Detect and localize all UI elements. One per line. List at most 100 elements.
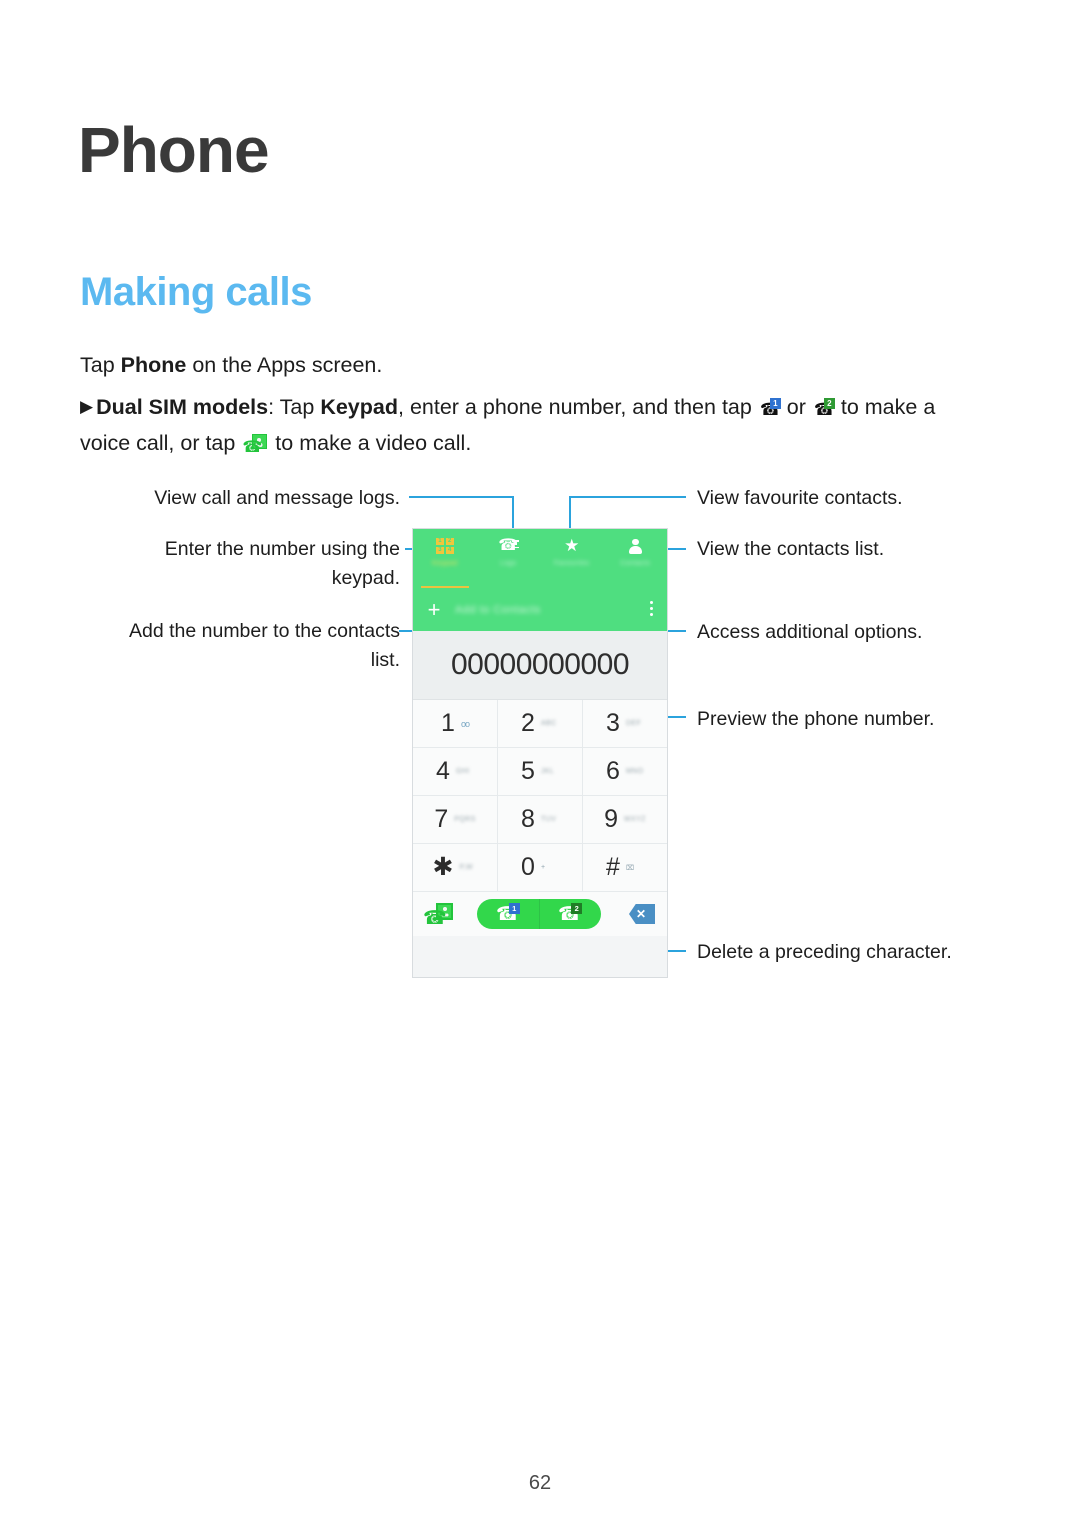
key-digit: 6 [606, 757, 620, 785]
tab-bar: 1 2 3 4 Keypad ☎ Logs ★ Favourites Conta… [413, 529, 667, 589]
page-title: Phone [78, 114, 270, 186]
video-call-button[interactable]: ☎ [423, 903, 453, 928]
dialpad-key-2[interactable]: 2 ABC [498, 700, 583, 748]
key-digit: 0 [521, 853, 535, 881]
keypad-icon-digit-3: 3 [435, 546, 444, 554]
keypad-icon-digit-1: 1 [435, 538, 444, 546]
call-sim2-button[interactable]: ☎ 2 [538, 899, 602, 929]
sim1-badge: 1 [508, 903, 520, 914]
annotation-view-favourites: View favourite contacts. [697, 487, 903, 509]
key-digit: # [606, 853, 620, 881]
keypad-icon-digit-4: 4 [445, 546, 454, 554]
para2-mid3: or [780, 395, 812, 419]
para2-end: to make a video call. [269, 431, 472, 455]
tab-favourites[interactable]: ★ Favourites [540, 529, 604, 589]
tab-favourites-label: Favourites [553, 560, 590, 567]
para1-bold-phone: Phone [120, 353, 187, 377]
dialpad-grid: 1 oo 2 ABC 3 DEF 4 GHI 5 JKL 6 MNO 7 PQR… [413, 700, 667, 892]
app-header: 1 2 3 4 Keypad ☎ Logs ★ Favourites Conta… [413, 529, 667, 631]
key-subtext: GHI [455, 768, 470, 775]
key-digit: 1 [441, 709, 455, 737]
leader-line-logs-h1 [409, 496, 514, 498]
para2-mid2: , enter a phone number, and then tap [398, 395, 758, 419]
overflow-menu-icon[interactable] [650, 601, 653, 619]
dial-buttons: ☎ 1 ☎ 2 [477, 899, 601, 929]
dialpad-key-hash[interactable]: # ⌧ [583, 844, 667, 892]
key-digit: ✱ [432, 853, 454, 881]
tab-contacts-label: Contacts [620, 560, 651, 567]
key-subtext: ABC [540, 720, 557, 727]
keypad-icon-digit-2: 2 [445, 538, 454, 546]
key-subtext: P,W [459, 864, 473, 871]
tab-contacts[interactable]: Contacts [604, 529, 668, 589]
page-number: 62 [528, 1472, 552, 1494]
key-digit: 9 [604, 805, 619, 833]
dialpad-key-3[interactable]: 3 DEF [583, 700, 667, 748]
para2-bold-dualsim: Dual SIM models [96, 395, 269, 419]
call-sim2-icon: ☎ 2 [813, 398, 836, 419]
key-subtext: WXYZ [624, 816, 646, 823]
dialpad-key-0[interactable]: 0 + [498, 844, 583, 892]
person-icon [628, 536, 642, 556]
key-digit: 5 [521, 757, 535, 785]
phone-app-screenshot: 1 2 3 4 Keypad ☎ Logs ★ Favourites Conta… [412, 528, 668, 978]
annotation-enter-number: Enter the number using the keypad. [164, 538, 400, 589]
dialpad-key-7[interactable]: 7 PQRS [413, 796, 498, 844]
tab-keypad[interactable]: 1 2 3 4 Keypad [413, 529, 477, 589]
key-subtext-plus: + [540, 864, 546, 871]
annotation-view-contacts: View the contacts list. [697, 538, 885, 560]
key-digit: 7 [434, 805, 449, 833]
dialpad-key-1[interactable]: 1 oo [413, 700, 498, 748]
leader-line-fav-h [571, 496, 686, 498]
tab-active-underline [421, 586, 469, 588]
bullet-triangle-icon: ▶ [80, 397, 94, 416]
call-sim1-button[interactable]: ☎ 1 [477, 899, 539, 929]
annotation-delete-character: Delete a preceding character. [697, 941, 952, 963]
call-logs-icon: ☎ [498, 537, 520, 554]
tab-keypad-label: Keypad [431, 560, 458, 567]
key-subtext: MNO [625, 768, 644, 775]
keypad-grid-icon: 1 2 3 4 [435, 536, 454, 556]
plus-icon: + [427, 597, 441, 622]
annotation-access-options: Access additional options. [697, 621, 923, 643]
para1-post: on the Apps screen. [186, 353, 383, 377]
voicemail-icon: oo [460, 718, 470, 729]
number-display[interactable]: 00000000000 [413, 631, 667, 700]
video-call-icon: ☎ [242, 434, 268, 456]
key-subtext: TUV [540, 816, 557, 823]
paragraph-tap-phone: Tap Phone on the Apps screen. [80, 348, 970, 382]
key-digit: 4 [436, 757, 450, 785]
add-to-contacts-button[interactable]: + Add to Contacts [413, 589, 667, 631]
dialpad-key-6[interactable]: 6 MNO [583, 748, 667, 796]
dialpad-key-8[interactable]: 8 TUV [498, 796, 583, 844]
annotation-preview-number: Preview the phone number. [697, 708, 935, 730]
para2-bold-keypad: Keypad [320, 395, 398, 419]
dialpad-row: ✱ P,W 0 + # ⌧ [413, 844, 667, 892]
tab-logs[interactable]: ☎ Logs [477, 529, 541, 589]
key-digit: 3 [606, 709, 620, 737]
para2-mid1: : Tap [268, 395, 321, 419]
key-subtext-symbol: ⌧ [625, 864, 635, 872]
key-subtext: JKL [540, 768, 555, 775]
backspace-button[interactable]: ✕ [625, 904, 655, 924]
dialed-number-text: 00000000000 [450, 648, 630, 681]
dialpad-row: 7 PQRS 8 TUV 9 WXYZ [413, 796, 667, 844]
add-to-contacts-label: Add to Contacts [455, 604, 541, 616]
key-digit: 8 [521, 805, 535, 833]
call-sim1-icon: ☎ 1 [759, 398, 781, 419]
annotation-view-call-logs: View call and message logs. [154, 487, 400, 509]
dialpad-row: 1 oo 2 ABC 3 DEF [413, 700, 667, 748]
dialpad-key-9[interactable]: 9 WXYZ [583, 796, 667, 844]
call-action-bar: ☎ ☎ 1 ☎ 2 ✕ [413, 892, 667, 936]
section-heading: Making calls [80, 270, 312, 314]
annotation-add-to-contacts: Add the number to the contacts list. [128, 620, 400, 671]
dialpad-key-5[interactable]: 5 JKL [498, 748, 583, 796]
key-subtext: DEF [625, 720, 642, 727]
sim2-badge: 2 [571, 903, 583, 914]
star-icon: ★ [564, 536, 580, 555]
dialpad-key-4[interactable]: 4 GHI [413, 748, 498, 796]
key-subtext: PQRS [454, 816, 476, 823]
paragraph-dual-sim: ▶ Dual SIM models: Tap Keypad, enter a ph… [80, 390, 970, 460]
tab-logs-label: Logs [500, 560, 517, 567]
dialpad-key-star[interactable]: ✱ P,W [413, 844, 498, 892]
